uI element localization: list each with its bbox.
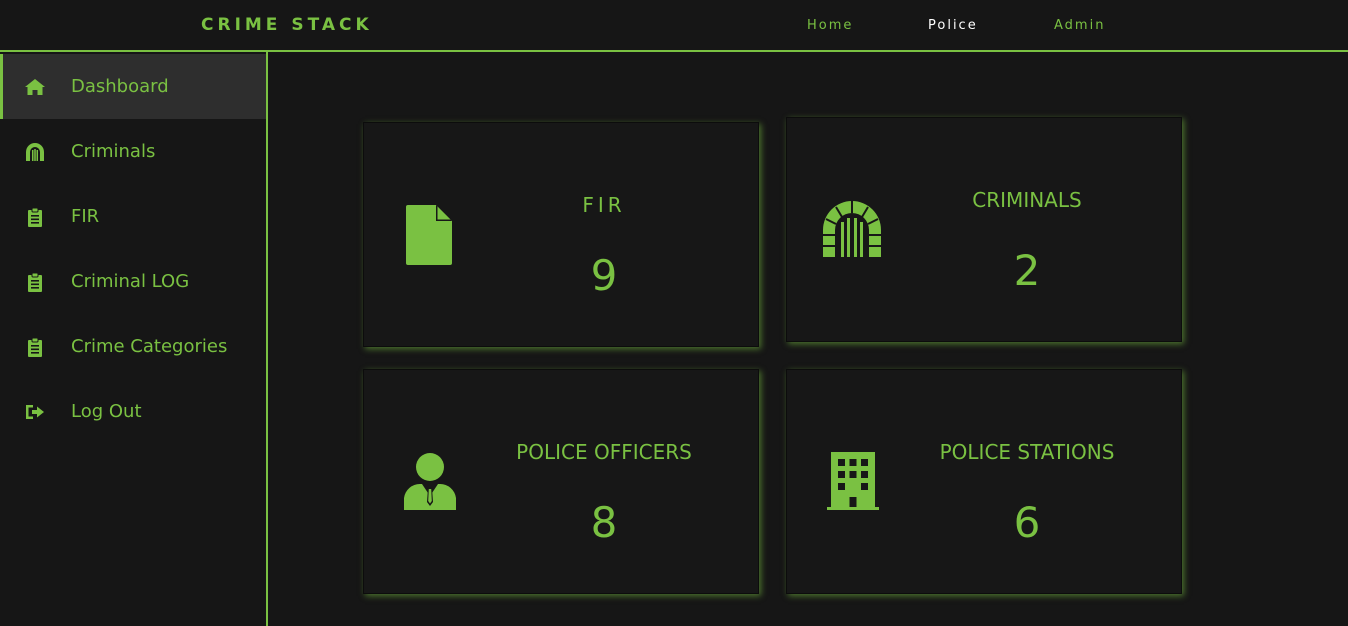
- card-value: 2: [1013, 246, 1041, 295]
- sidebar-item-criminals[interactable]: Criminals: [0, 119, 266, 184]
- clipboard-icon: [24, 206, 46, 228]
- card-title: CRIMINALS: [972, 188, 1082, 212]
- file-icon: [406, 205, 452, 265]
- card-title: POLICE STATIONS: [939, 440, 1115, 464]
- nav-admin-link[interactable]: Admin: [1054, 18, 1105, 33]
- logout-icon: [24, 401, 46, 423]
- card-title: FIR: [582, 193, 626, 217]
- sidebar-item-label: Log Out: [71, 401, 142, 422]
- clipboard-icon: [24, 336, 46, 358]
- sidebar-item-label: Dashboard: [71, 76, 169, 97]
- sidebar-item-dashboard[interactable]: Dashboard: [0, 54, 266, 119]
- sidebar-item-logout[interactable]: Log Out: [0, 379, 266, 444]
- card-value: 9: [590, 251, 618, 300]
- jail-icon: [822, 200, 882, 258]
- sidebar-item-label: FIR: [71, 206, 100, 227]
- officer-icon: [404, 452, 456, 510]
- sidebar: Dashboard Criminals FIR Criminal LOG Cri…: [0, 52, 268, 626]
- brand-logo[interactable]: CRIME STACK: [201, 15, 373, 35]
- jail-icon: [24, 141, 46, 163]
- building-icon: [827, 452, 879, 510]
- sidebar-item-fir[interactable]: FIR: [0, 184, 266, 249]
- top-navbar: CRIME STACK Home Police Admin: [0, 0, 1348, 52]
- sidebar-item-label: Criminals: [71, 141, 156, 162]
- police-officers-count-card[interactable]: POLICE OFFICERS 8: [363, 369, 759, 594]
- sidebar-item-criminal-log[interactable]: Criminal LOG: [0, 249, 266, 314]
- nav-home-link[interactable]: Home: [807, 18, 853, 33]
- sidebar-item-label: Crime Categories: [71, 336, 228, 357]
- card-value: 6: [1013, 498, 1041, 547]
- card-value: 8: [590, 498, 618, 547]
- fir-count-card[interactable]: FIR 9: [363, 122, 759, 347]
- home-icon: [24, 76, 46, 98]
- sidebar-item-label: Criminal LOG: [71, 271, 190, 292]
- clipboard-icon: [24, 271, 46, 293]
- sidebar-item-crime-categories[interactable]: Crime Categories: [0, 314, 266, 379]
- criminals-count-card[interactable]: CRIMINALS 2: [786, 117, 1182, 342]
- card-title: POLICE OFFICERS: [516, 440, 692, 464]
- police-stations-count-card[interactable]: POLICE STATIONS 6: [786, 369, 1182, 594]
- nav-police-link[interactable]: Police: [928, 18, 978, 33]
